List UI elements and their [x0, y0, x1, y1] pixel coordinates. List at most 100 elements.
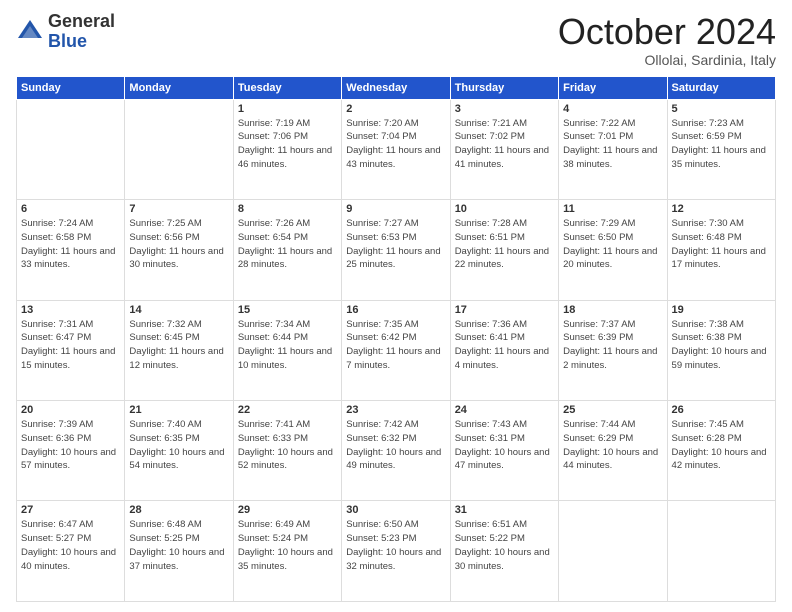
sunset-text: Sunset: 6:56 PM	[129, 232, 199, 243]
day-number: 21	[129, 404, 228, 416]
day-number: 19	[672, 304, 771, 316]
daylight-text: Daylight: 10 hours and 42 minutes.	[672, 447, 767, 472]
sunset-text: Sunset: 6:53 PM	[346, 232, 416, 243]
sunrise-text: Sunrise: 7:45 AM	[672, 419, 744, 430]
daylight-text: Daylight: 11 hours and 41 minutes.	[455, 145, 549, 170]
table-row: 22Sunrise: 7:41 AMSunset: 6:33 PMDayligh…	[233, 401, 341, 501]
sunrise-text: Sunrise: 7:42 AM	[346, 419, 418, 430]
sunset-text: Sunset: 6:38 PM	[672, 332, 742, 343]
sunset-text: Sunset: 7:02 PM	[455, 131, 525, 142]
day-number: 1	[238, 103, 337, 115]
sunrise-text: Sunrise: 7:22 AM	[563, 118, 635, 129]
daylight-text: Daylight: 11 hours and 12 minutes.	[129, 346, 223, 371]
col-sunday: Sunday	[17, 76, 125, 99]
daylight-text: Daylight: 11 hours and 15 minutes.	[21, 346, 115, 371]
calendar-header-row: Sunday Monday Tuesday Wednesday Thursday…	[17, 76, 776, 99]
daylight-text: Daylight: 11 hours and 10 minutes.	[238, 346, 332, 371]
day-info: Sunrise: 7:26 AMSunset: 6:54 PMDaylight:…	[238, 217, 337, 272]
table-row: 21 Sunrise: 7:40 AMSunset: 6:35 PMDayligh…	[125, 401, 233, 501]
col-saturday: Saturday	[667, 76, 775, 99]
day-number: 14	[129, 304, 228, 316]
day-number: 25	[563, 404, 662, 416]
table-row: 16Sunrise: 7:35 AMSunset: 6:42 PMDayligh…	[342, 300, 450, 400]
sunrise-text: Sunrise: 7:29 AM	[563, 218, 635, 229]
table-row: 24Sunrise: 7:43 AMSunset: 6:31 PMDayligh…	[450, 401, 558, 501]
day-info: Sunrise: 7:22 AMSunset: 7:01 PMDaylight:…	[563, 117, 662, 172]
month-title: October 2024	[558, 12, 776, 52]
day-info: Sunrise: 7:35 AMSunset: 6:42 PMDaylight:…	[346, 318, 445, 373]
table-row: 13 Sunrise: 7:31 AM Sunset: 6:47 PM Dayligh…	[17, 300, 125, 400]
day-info: Sunrise: 7:36 AMSunset: 6:41 PMDaylight:…	[455, 318, 554, 373]
table-row: 19 Sunrise: 7:38 AM Sunset: 6:38 PM Dayligh…	[667, 300, 775, 400]
day-info: Sunrise: 6:49 AMSunset: 5:24 PMDaylight:…	[238, 518, 337, 573]
header: General Blue October 2024 Ollolai, Sardi…	[16, 12, 776, 68]
sunrise-text: Sunrise: 7:28 AM	[455, 218, 527, 229]
daylight-text: Daylight: 11 hours and 20 minutes.	[563, 246, 657, 271]
sunrise-text: Sunrise: 7:34 AM	[238, 319, 310, 330]
sunset-text: Sunset: 6:39 PM	[563, 332, 633, 343]
sunrise-text: Sunrise: 6:48 AM	[129, 519, 201, 530]
sunrise-text: Sunrise: 7:30 AM	[672, 218, 744, 229]
sunrise-text: Sunrise: 7:24 AM	[21, 218, 93, 229]
table-row	[125, 99, 233, 199]
daylight-text: Daylight: 10 hours and 59 minutes.	[672, 346, 767, 371]
calendar-week-row: 6Sunrise: 7:24 AMSunset: 6:58 PMDaylight…	[17, 200, 776, 300]
table-row: 14 Sunrise: 7:32 AM Sunset: 6:45 PM Dayligh…	[125, 300, 233, 400]
daylight-text: Daylight: 11 hours and 30 minutes.	[129, 246, 223, 271]
sunset-text: Sunset: 5:22 PM	[455, 533, 525, 544]
sunset-text: Sunset: 6:45 PM	[129, 332, 199, 343]
day-number: 31	[455, 504, 554, 516]
sunrise-text: Sunrise: 6:51 AM	[455, 519, 527, 530]
table-row: 7Sunrise: 7:25 AMSunset: 6:56 PMDaylight…	[125, 200, 233, 300]
day-number: 20	[21, 404, 120, 416]
table-row: 11Sunrise: 7:29 AMSunset: 6:50 PMDayligh…	[559, 200, 667, 300]
day-number: 30	[346, 504, 445, 516]
title-block: October 2024 Ollolai, Sardinia, Italy	[558, 12, 776, 68]
sunrise-text: Sunrise: 7:31 AM	[21, 319, 93, 330]
sunset-text: Sunset: 7:06 PM	[238, 131, 308, 142]
sunset-text: Sunset: 6:31 PM	[455, 433, 525, 444]
daylight-text: Daylight: 10 hours and 44 minutes.	[563, 447, 658, 472]
sunset-text: Sunset: 5:24 PM	[238, 533, 308, 544]
day-info: Sunrise: 6:50 AMSunset: 5:23 PMDaylight:…	[346, 518, 445, 573]
sunrise-text: Sunrise: 7:39 AM	[21, 419, 93, 430]
logo: General Blue	[16, 12, 115, 52]
table-row: 12Sunrise: 7:30 AMSunset: 6:48 PMDayligh…	[667, 200, 775, 300]
table-row: 23Sunrise: 7:42 AMSunset: 6:32 PMDayligh…	[342, 401, 450, 501]
day-info: Sunrise: 7:21 AMSunset: 7:02 PMDaylight:…	[455, 117, 554, 172]
sunrise-text: Sunrise: 7:23 AM	[672, 118, 744, 129]
table-row	[17, 99, 125, 199]
day-info: Sunrise: 7:29 AMSunset: 6:50 PMDaylight:…	[563, 217, 662, 272]
sunrise-text: Sunrise: 7:32 AM	[129, 319, 201, 330]
sunset-text: Sunset: 6:41 PM	[455, 332, 525, 343]
day-info: Sunrise: 7:32 AM Sunset: 6:45 PM Daylight:…	[129, 318, 228, 373]
day-number: 7	[129, 203, 228, 215]
daylight-text: Daylight: 11 hours and 43 minutes.	[346, 145, 440, 170]
day-info: Sunrise: 7:31 AM Sunset: 6:47 PM Daylight:…	[21, 318, 120, 373]
sunrise-text: Sunrise: 6:47 AM	[21, 519, 93, 530]
daylight-text: Daylight: 10 hours and 37 minutes.	[129, 547, 224, 572]
day-info: Sunrise: 6:47 AMSunset: 5:27 PMDaylight:…	[21, 518, 120, 573]
table-row: 10Sunrise: 7:28 AMSunset: 6:51 PMDayligh…	[450, 200, 558, 300]
daylight-text: Daylight: 11 hours and 7 minutes.	[346, 346, 440, 371]
table-row: 31Sunrise: 6:51 AMSunset: 5:22 PMDayligh…	[450, 501, 558, 602]
daylight-text: Daylight: 11 hours and 2 minutes.	[563, 346, 657, 371]
sunrise-text: Sunrise: 7:38 AM	[672, 319, 744, 330]
table-row: 2Sunrise: 7:20 AMSunset: 7:04 PMDaylight…	[342, 99, 450, 199]
day-info: Sunrise: 6:48 AMSunset: 5:25 PMDaylight:…	[129, 518, 228, 573]
sunrise-text: Sunrise: 7:36 AM	[455, 319, 527, 330]
sunset-text: Sunset: 6:47 PM	[21, 332, 91, 343]
day-number: 12	[672, 203, 771, 215]
sunrise-text: Sunrise: 7:37 AM	[563, 319, 635, 330]
sunset-text: Sunset: 6:44 PM	[238, 332, 308, 343]
table-row: 28Sunrise: 6:48 AMSunset: 5:25 PMDayligh…	[125, 501, 233, 602]
daylight-text: Daylight: 11 hours and 35 minutes.	[672, 145, 766, 170]
day-number: 27	[21, 504, 120, 516]
sunrise-text: Sunrise: 7:41 AM	[238, 419, 310, 430]
sunrise-text: Sunrise: 6:50 AM	[346, 519, 418, 530]
day-info: Sunrise: 7:28 AMSunset: 6:51 PMDaylight:…	[455, 217, 554, 272]
day-info: Sunrise: 7:39 AMSunset: 6:36 PMDaylight:…	[21, 418, 120, 473]
day-number: 13	[21, 304, 120, 316]
day-info: Sunrise: 7:40 AMSunset: 6:35 PMDaylight:…	[129, 418, 228, 473]
day-number: 23	[346, 404, 445, 416]
